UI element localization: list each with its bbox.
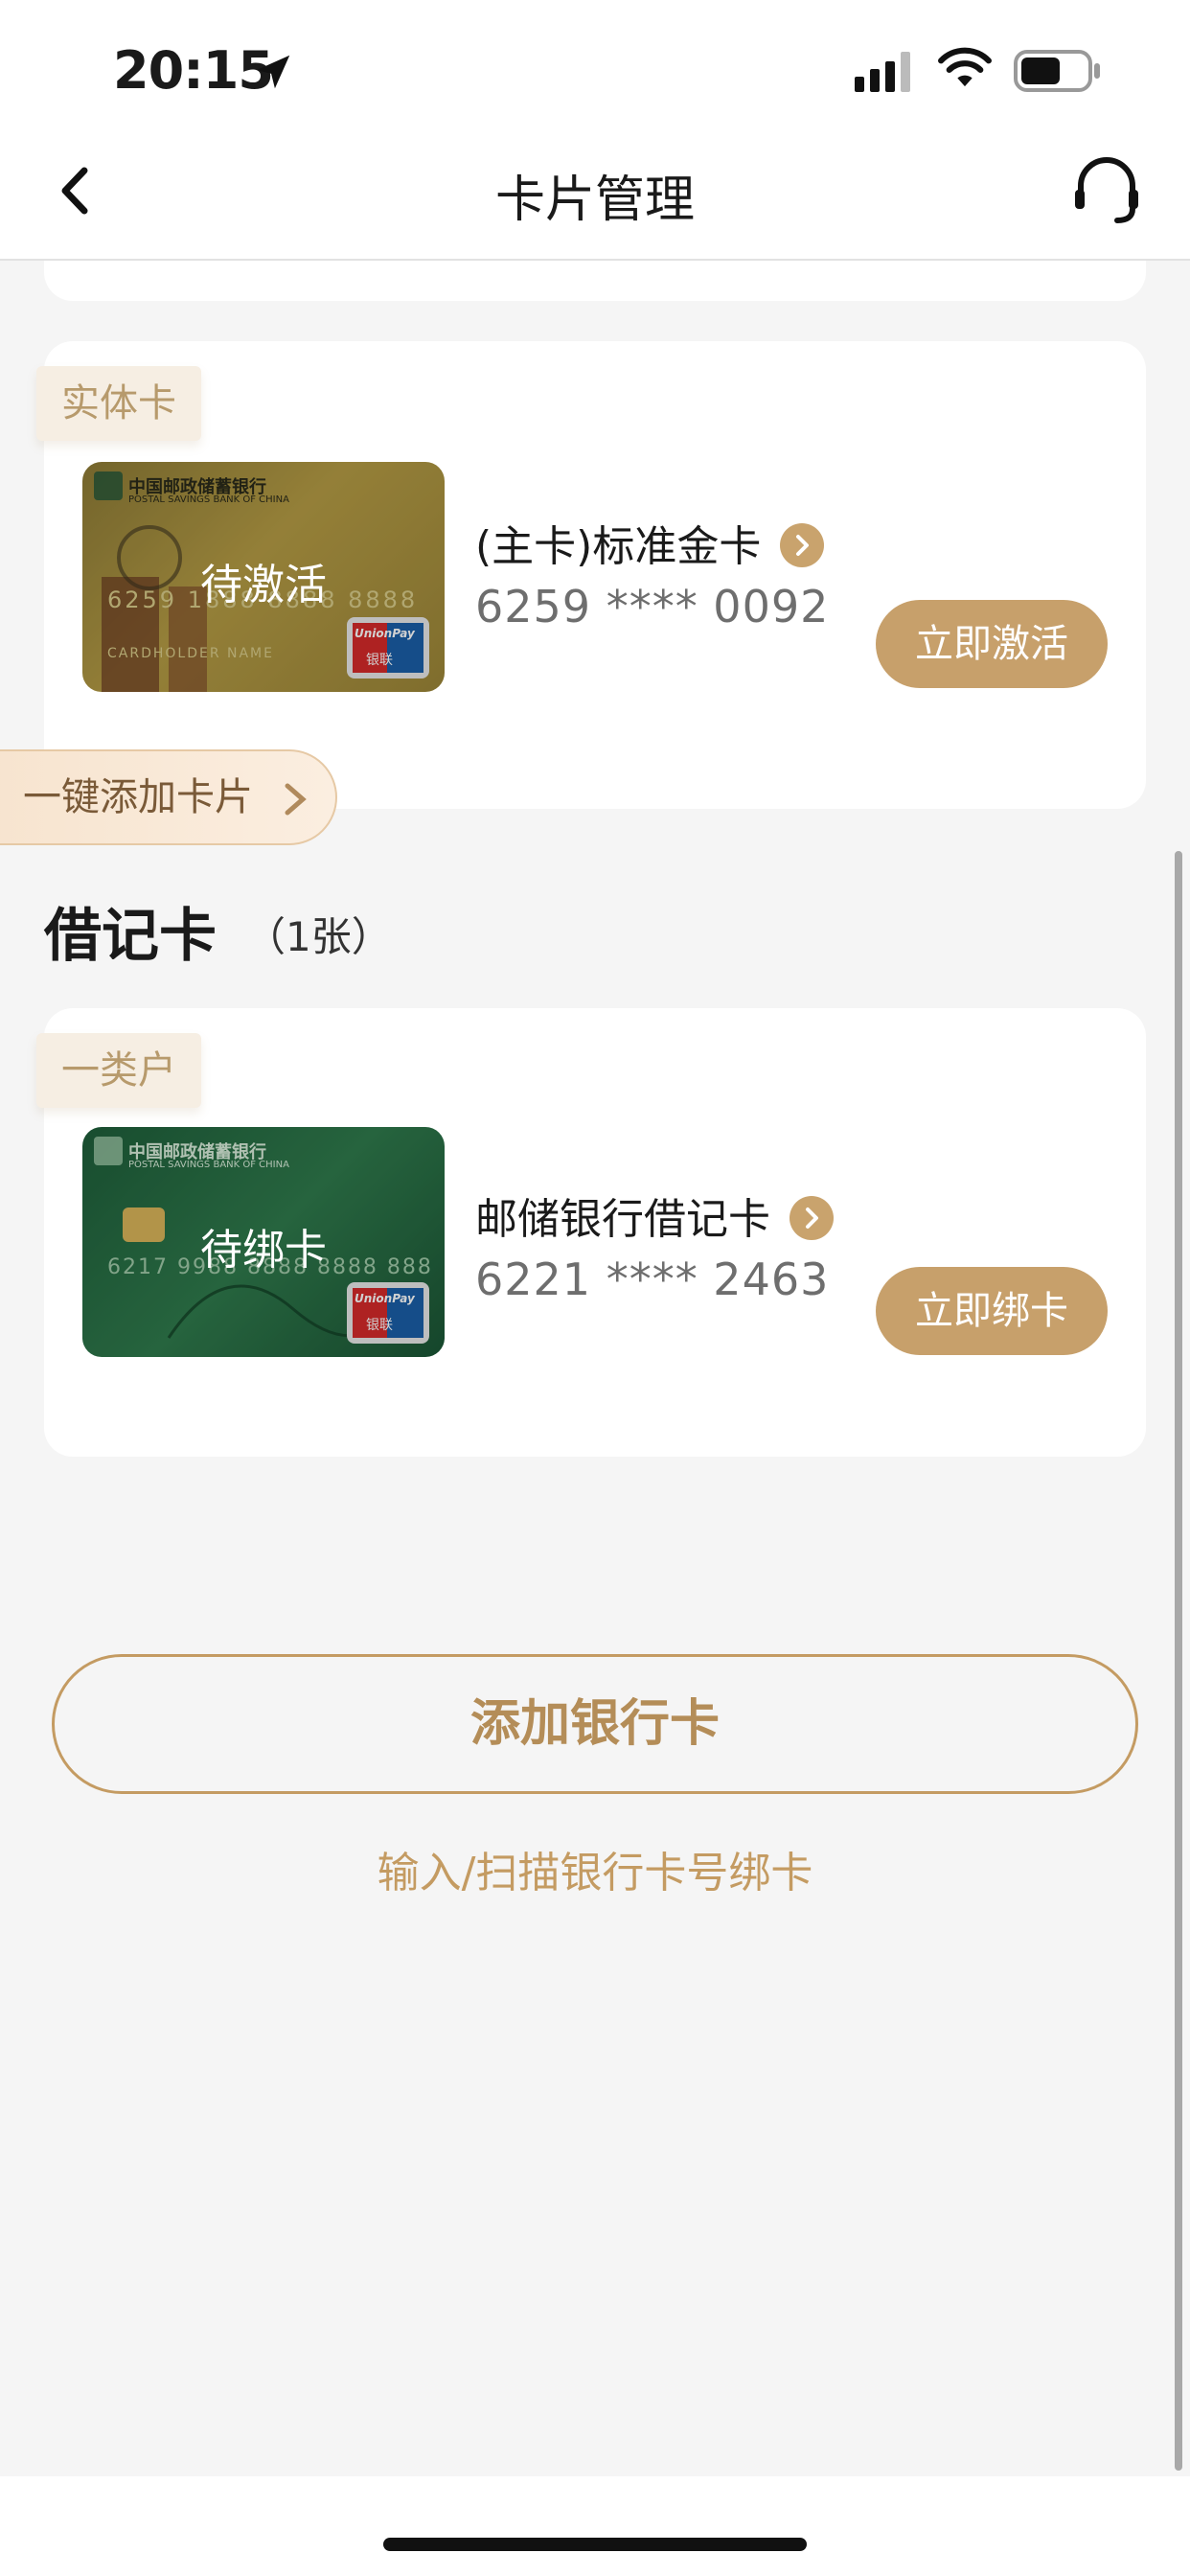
location-arrow-icon xyxy=(256,55,290,89)
card-status-label: 待绑卡 xyxy=(200,1226,327,1275)
chevron-right-icon xyxy=(790,1196,834,1240)
green-debit-card-image[interactable]: 中国邮政储蓄银行 POSTAL SAVINGS BANK OF CHINA 62… xyxy=(82,1127,445,1357)
scan-card-link[interactable]: 输入/扫描银行卡号绑卡 xyxy=(0,1838,1190,1899)
card-type-tag: 实体卡 xyxy=(36,366,201,441)
quick-add-card-button[interactable]: 一键添加卡片 xyxy=(0,749,337,845)
chevron-right-icon xyxy=(285,783,307,816)
status-time: 20:15 xyxy=(113,40,274,101)
debit-section-title: 借记卡 xyxy=(44,903,217,970)
debit-section-count: （1张） xyxy=(245,913,392,960)
gold-card-image[interactable]: 中国邮政储蓄银行 POSTAL SAVINGS BANK OF CHINA 62… xyxy=(82,462,445,692)
battery-icon xyxy=(1014,50,1100,92)
page-title: 卡片管理 xyxy=(494,172,695,229)
bottom-safe-area xyxy=(0,2476,1190,2576)
card-name: (主卡)标准金卡 xyxy=(475,522,762,571)
account-type-tag: 一类户 xyxy=(36,1033,201,1108)
wifi-icon xyxy=(938,47,992,87)
card-name-link[interactable]: (主卡)标准金卡 xyxy=(475,512,825,573)
top-bar: 20:15 卡片管理 xyxy=(0,0,1190,261)
credit-card-section: 实体卡 中国邮政储蓄银行 POSTAL SAVINGS BANK OF CHIN… xyxy=(36,341,1146,809)
card-status-label: 待激活 xyxy=(200,561,327,610)
scrollbar[interactable] xyxy=(1175,851,1182,2471)
card-name: 邮储银行借记卡 xyxy=(475,1195,770,1244)
activate-now-button[interactable]: 立即激活 xyxy=(876,600,1108,688)
customer-service-headset-icon[interactable] xyxy=(1071,157,1142,224)
home-indicator[interactable] xyxy=(383,2538,807,2551)
card-masked-number: 6259 **** 0092 xyxy=(475,581,830,632)
cellular-signal-icon xyxy=(855,52,910,92)
card-masked-number: 6221 **** 2463 xyxy=(475,1254,830,1305)
bind-now-button[interactable]: 立即绑卡 xyxy=(876,1267,1108,1355)
debit-card-section: 一类户 中国邮政储蓄银行 POSTAL SAVINGS BANK OF CHIN… xyxy=(36,1008,1146,1457)
card-management-screen: 20:15 卡片管理 实体卡 中国邮政储蓄银行 POSTAL SAVINGS B… xyxy=(0,0,1190,2576)
card-name-link[interactable]: 邮储银行借记卡 xyxy=(475,1184,834,1246)
chevron-right-icon xyxy=(780,523,825,567)
quick-add-label: 一键添加卡片 xyxy=(23,775,253,819)
add-bank-card-button[interactable]: 添加银行卡 xyxy=(52,1654,1138,1794)
